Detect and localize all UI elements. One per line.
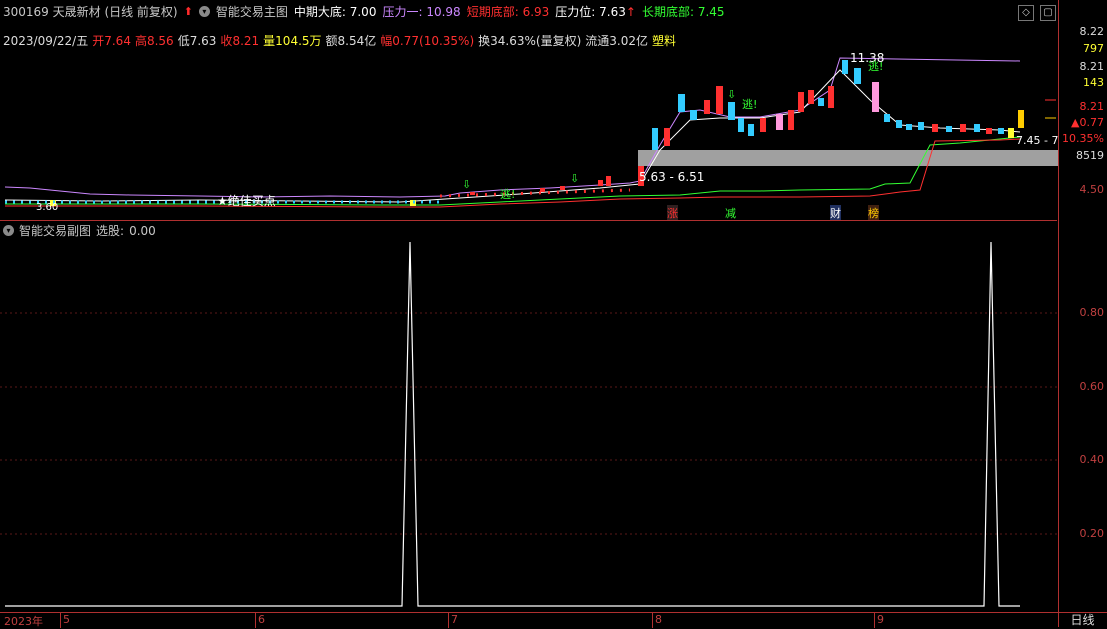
month-label: 7 [451, 613, 458, 626]
time-axis: 2023年 5 6 7 8 9 [0, 612, 1058, 628]
mid-line [4, 69, 1021, 203]
chevron-down-icon[interactable]: ▾ [3, 225, 14, 236]
best-buy-label: ★绝佳买点 [217, 194, 276, 208]
escape-label-3: 逃! [500, 188, 516, 201]
month-label: 9 [877, 613, 884, 626]
axis-label: 0.40 [1079, 453, 1105, 466]
month-label: 8 [655, 613, 662, 626]
axis-label: 4.50 [1079, 183, 1105, 196]
escape-label-1: 逃! [742, 98, 758, 111]
tag-jian[interactable]: 减 [725, 205, 736, 221]
axis-label: 797 [1083, 42, 1104, 55]
upper-line [4, 57, 1021, 198]
escape-label-2: 逃! [868, 60, 884, 73]
axis-label: 0.80 [1079, 306, 1105, 319]
month-label: 6 [258, 613, 265, 626]
axis-label: 8.21 [1079, 100, 1105, 113]
candles [50, 60, 1024, 206]
chart-divider [0, 220, 1057, 221]
axis-label: 8.21 [1079, 60, 1105, 73]
axis-label: 143 [1083, 76, 1104, 89]
down-arrow-icon: ⇩ [462, 178, 472, 191]
tag-bang[interactable]: 榜 [868, 205, 879, 221]
month-label: 5 [63, 613, 70, 626]
main-chart-svg [0, 57, 1058, 607]
axis-label: 10.35% [1062, 132, 1104, 145]
sub-chart-header: ▾ 智能交易副图 选股: 0.00 [3, 222, 156, 239]
right-price-axis: 8.22 797 8.21 143 8.21 ▲0.77 10.35% 8519… [1058, 0, 1107, 627]
axis-label: ▲0.77 [1071, 116, 1104, 129]
select-signal-line [5, 241, 1020, 607]
select-value: 0.00 [129, 223, 156, 238]
axis-label: 0.60 [1079, 380, 1105, 393]
low-mark-label: 3.60 [36, 202, 59, 213]
sub-chart-title[interactable]: 智能交易副图 [19, 222, 91, 239]
tag-cai[interactable]: 财 [830, 205, 841, 221]
pressure-band [638, 150, 1058, 166]
range-label-1: 5.63 - 6.51 [639, 170, 705, 184]
down-arrow-icon: ⇩ [727, 88, 737, 101]
down-arrow-icon: ⇩ [570, 172, 580, 185]
tag-zhang[interactable]: 涨 [667, 205, 678, 221]
range-label-2: 7.45 - 7 [1016, 134, 1059, 147]
select-label: 选股: [96, 224, 125, 238]
axis-label: 8.22 [1079, 25, 1105, 38]
axis-label: 8519 [1076, 149, 1104, 162]
period-button[interactable]: 日线 [1058, 612, 1107, 628]
axis-label: 0.20 [1079, 527, 1105, 540]
